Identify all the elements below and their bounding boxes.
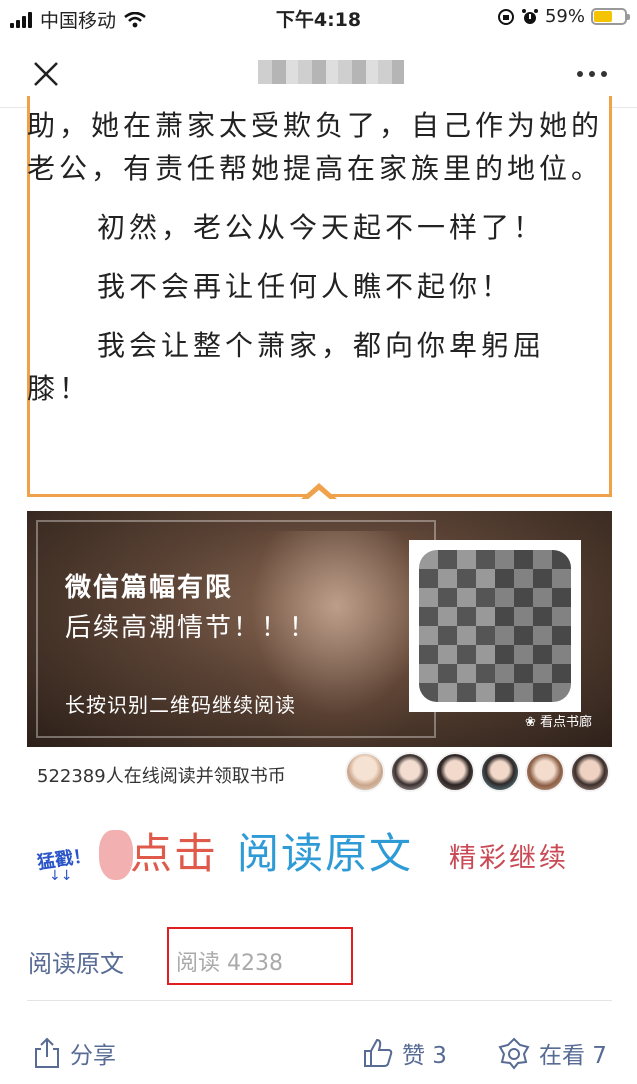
thumbs-up-icon (364, 1038, 393, 1067)
article-paragraph: 助，她在萧家太受欺负了，自己作为她的老公，有责任帮她提高在家族里的地位。 (27, 109, 604, 185)
avatar (345, 752, 385, 792)
promo-banner[interactable]: 微信篇幅有限 后续高潮情节！！！ 长按识别二维码继续阅读 ❀ 看点书廊 (27, 511, 612, 747)
qr-caption: ❀ 看点书廊 (525, 711, 592, 730)
qr-code[interactable] (419, 550, 571, 702)
wow-button[interactable]: 在看 7 (497, 1036, 607, 1070)
qr-code-frame[interactable] (409, 540, 581, 712)
share-label: 分享 (70, 1043, 116, 1069)
like-button[interactable]: 赞 3 (362, 1036, 447, 1070)
avatar (390, 752, 430, 792)
article-paragraph: 初然，老公从今天起不一样了！ (97, 211, 546, 244)
read-original-link[interactable]: 阅读原文 (28, 944, 124, 979)
like-label: 赞 3 (402, 1043, 447, 1069)
read-count: 阅读 4238 (176, 951, 283, 976)
avatar (570, 752, 610, 792)
wow-label: 在看 7 (539, 1043, 607, 1069)
banner-title: 微信篇幅有限 (65, 573, 234, 603)
pig-icon (99, 830, 133, 880)
close-icon[interactable] (30, 58, 62, 90)
quote-notch-inner (306, 490, 332, 501)
share-button[interactable]: 分享 (32, 1036, 116, 1070)
wow-flower-icon (498, 1037, 530, 1070)
avatar (480, 752, 520, 792)
status-right: 59% (497, 6, 630, 27)
avatar (525, 752, 565, 792)
battery-icon (591, 8, 630, 25)
wechat-icon: ❀ (524, 715, 536, 730)
avatar (435, 752, 475, 792)
avatar-row (345, 752, 610, 792)
alarm-icon (521, 8, 538, 24)
bottom-action-bar: 分享 赞 3 在看 7 (0, 1022, 637, 1084)
account-name-redacted (258, 60, 404, 84)
qr-caption-text: 看点书廊 (539, 715, 592, 730)
more-icon[interactable] (577, 71, 607, 77)
cta-arrows: ↓↓ (49, 868, 73, 884)
online-readers-text: 522389人在线阅读并领取书币 (37, 766, 286, 787)
article-paragraph: 我不会再让任何人瞧不起你！ (97, 270, 514, 303)
share-icon (35, 1037, 59, 1068)
article-paragraph: 我会让整个萧家，都向你卑躬屈膝！ (27, 329, 546, 405)
banner-hint: 长按识别二维码继续阅读 (65, 693, 296, 717)
cta-read-original-text: 阅读原文 (237, 829, 414, 878)
cta-continue-text: 精彩继续 (449, 843, 569, 874)
orientation-lock-icon (497, 8, 514, 25)
read-original-banner[interactable]: 猛戳！ ↓↓ 点击 阅读原文 精彩继续 (27, 800, 612, 895)
status-bar: 中国移动 下午4:18 59% (0, 0, 637, 36)
online-readers-strip: 522389人在线阅读并领取书币 (27, 748, 612, 796)
article-body: 助，她在萧家太受欺负了，自己作为她的老公，有责任帮她提高在家族里的地位。 初然，… (27, 104, 607, 410)
banner-subtitle: 后续高潮情节！！！ (65, 613, 318, 643)
battery-percent: 59% (544, 6, 585, 27)
divider (27, 1000, 612, 1001)
cta-click-text: 点击 (130, 829, 219, 878)
